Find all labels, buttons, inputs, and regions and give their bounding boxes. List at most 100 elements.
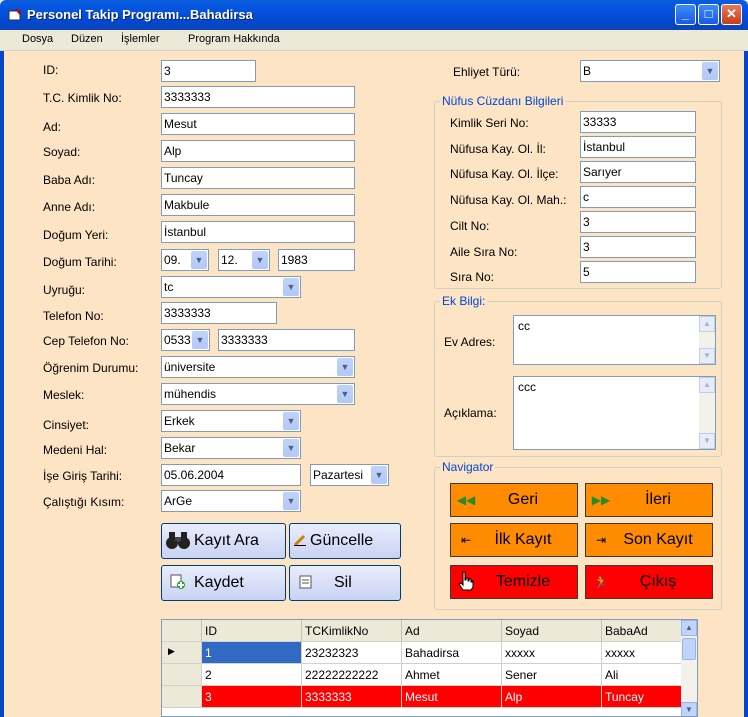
adres-scrollbar[interactable]: ▲ ▼ — [699, 316, 715, 364]
id-field[interactable]: 3 — [161, 60, 256, 82]
grid-header-id[interactable]: ID — [202, 620, 302, 642]
id-label: ID: — [43, 63, 59, 77]
cep-field[interactable]: 3333333 — [218, 329, 355, 351]
chevron-down-icon[interactable]: ▼ — [191, 251, 207, 269]
menu-duzen[interactable]: Düzen — [71, 33, 103, 45]
grid-scrollbar[interactable]: ▲ ▼ — [681, 620, 697, 716]
minimize-button[interactable]: _ — [675, 4, 696, 25]
telefon-label: Telefon No: — [43, 309, 104, 323]
uyruk-select[interactable]: tc ▼ — [161, 276, 301, 298]
soyad-field[interactable]: Alp — [161, 140, 355, 162]
chevron-down-icon[interactable]: ▼ — [192, 331, 208, 349]
weekday-select[interactable]: Pazartesi ▼ — [310, 464, 389, 486]
menu-dosya[interactable]: Dosya — [22, 33, 53, 45]
grid-header-babaad[interactable]: BabaAd — [602, 620, 682, 642]
sira-field[interactable]: 5 — [580, 261, 696, 283]
kaydet-button[interactable]: Kaydet — [161, 565, 286, 601]
cinsiyet-select[interactable]: Erkek ▼ — [161, 410, 301, 432]
close-button[interactable]: ✕ — [721, 4, 742, 25]
chevron-down-icon[interactable]: ▼ — [702, 62, 718, 80]
temizle-button[interactable]: Temizle — [450, 565, 578, 599]
grid-header-tckimlikno[interactable]: TCKimlikNo — [302, 620, 402, 642]
guncelle-button[interactable]: Güncelle — [289, 523, 401, 559]
chevron-down-icon[interactable]: ▼ — [283, 278, 299, 296]
chevron-down-icon[interactable]: ▼ — [337, 385, 353, 403]
scroll-down-icon[interactable]: ▼ — [699, 348, 715, 364]
grid-cell[interactable]: Bahadirsa — [402, 642, 502, 664]
aciklama-label: Açıklama: — [444, 406, 497, 420]
grid-header-soyad[interactable]: Soyad — [502, 620, 602, 642]
dogum-tarihi-label: Doğum Tarihi: — [43, 255, 117, 269]
grid-cell[interactable]: Alp — [502, 686, 602, 708]
grid-cell[interactable]: 22222222222 — [302, 664, 402, 686]
scroll-down-icon[interactable]: ▼ — [699, 433, 715, 449]
mah-field[interactable]: c — [580, 186, 696, 208]
ileri-button[interactable]: ▶▶ İleri — [585, 483, 713, 517]
grid-cell[interactable]: 3 — [202, 686, 302, 708]
chevron-down-icon[interactable]: ▼ — [283, 492, 299, 510]
ise-giris-field[interactable]: 05.06.2004 — [161, 464, 301, 486]
son-kayit-button[interactable]: ⇥ Son Kayıt — [585, 523, 713, 557]
ogrenim-select[interactable]: üniversite ▼ — [161, 356, 355, 378]
telefon-field[interactable]: 3333333 — [161, 302, 277, 324]
grid-cell[interactable]: Mesut — [402, 686, 502, 708]
menu-program-hakkinda[interactable]: Program Hakkında — [188, 33, 280, 45]
grid-cell[interactable]: 3333333 — [302, 686, 402, 708]
cep-prefix-select[interactable]: 0533 ▼ — [161, 329, 210, 351]
grid-cell[interactable]: 2 — [202, 664, 302, 686]
sil-button[interactable]: Sil — [289, 565, 401, 601]
nufus-group-title: Nüfus Cüzdanı Bilgileri — [440, 94, 566, 108]
il-field[interactable]: İstanbul — [580, 136, 696, 158]
meslek-select[interactable]: mühendis ▼ — [161, 383, 355, 405]
scroll-up-icon[interactable]: ▲ — [699, 377, 715, 393]
geri-button[interactable]: ◀◀ Geri — [450, 483, 578, 517]
ogrenim-value: üniversite — [164, 360, 216, 374]
grid-cell[interactable]: Tuncay — [602, 686, 682, 708]
anne-field[interactable]: Makbule — [161, 194, 355, 216]
grid-cell[interactable]: 1 — [202, 642, 302, 664]
chevron-down-icon[interactable]: ▼ — [252, 251, 268, 269]
scroll-up-icon[interactable]: ▲ — [681, 620, 697, 636]
kisim-label: Çalıştığı Kısım: — [43, 495, 125, 509]
menu-islemler[interactable]: İşlemler — [121, 33, 160, 45]
grid-header-ad[interactable]: Ad — [402, 620, 502, 642]
grid-cell[interactable]: Ali — [602, 664, 682, 686]
ilk-kayit-button[interactable]: ⇤ İlk Kayıt — [450, 523, 578, 557]
tc-field[interactable]: 3333333 — [161, 86, 355, 108]
cikis-button[interactable]: 🏃 Çıkış — [585, 565, 713, 599]
dogum-ay-select[interactable]: 12. ▼ — [218, 249, 270, 271]
adres-textarea[interactable]: cc ▲ ▼ — [513, 315, 716, 365]
aciklama-textarea[interactable]: ccc ▲ ▼ — [513, 376, 716, 450]
chevron-down-icon[interactable]: ▼ — [371, 466, 387, 484]
ad-field[interactable]: Mesut — [161, 113, 355, 135]
chevron-down-icon[interactable]: ▼ — [283, 412, 299, 430]
window-border-right — [744, 51, 748, 717]
grid-cell[interactable]: xxxxx — [602, 642, 682, 664]
dogum-yeri-field[interactable]: İstanbul — [161, 221, 355, 243]
grid-cell[interactable]: 23232323 — [302, 642, 402, 664]
medeni-select[interactable]: Bekar ▼ — [161, 437, 301, 459]
title-bar[interactable]: Personel Takip Programı...Bahadirsa _ □ … — [0, 0, 748, 30]
scroll-down-icon[interactable]: ▼ — [681, 702, 697, 716]
ilce-field[interactable]: Sarıyer — [580, 161, 696, 183]
chevron-down-icon[interactable]: ▼ — [283, 439, 299, 457]
maximize-button[interactable]: □ — [698, 4, 719, 25]
cilt-field[interactable]: 3 — [580, 211, 696, 233]
ehliyet-select[interactable]: B ▼ — [580, 60, 720, 82]
grid-cell[interactable]: Ahmet — [402, 664, 502, 686]
scroll-up-icon[interactable]: ▲ — [699, 316, 715, 332]
kisim-select[interactable]: ArGe ▼ — [161, 490, 301, 512]
guncelle-label: Güncelle — [310, 532, 374, 549]
grid-cell[interactable]: xxxxx — [502, 642, 602, 664]
dogum-gun-select[interactable]: 09. ▼ — [161, 249, 209, 271]
records-grid[interactable]: ID TCKimlikNo Ad Soyad BabaAd ▶ 1 232323… — [161, 619, 698, 717]
scroll-thumb[interactable] — [682, 638, 696, 660]
dogum-yil-field[interactable]: 1983 — [278, 249, 355, 271]
aile-field[interactable]: 3 — [580, 236, 696, 258]
aciklama-scrollbar[interactable]: ▲ ▼ — [699, 377, 715, 449]
chevron-down-icon[interactable]: ▼ — [337, 358, 353, 376]
grid-cell[interactable]: Sener — [502, 664, 602, 686]
seri-field[interactable]: 33333 — [580, 111, 696, 133]
kayit-ara-button[interactable]: Kayıt Ara — [161, 523, 286, 559]
baba-field[interactable]: Tuncay — [161, 167, 355, 189]
